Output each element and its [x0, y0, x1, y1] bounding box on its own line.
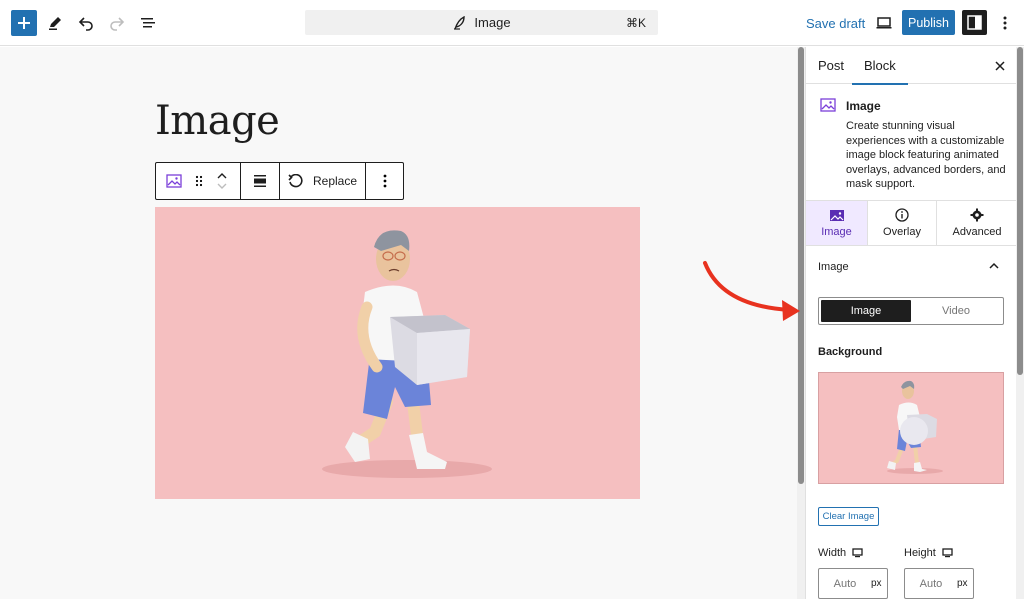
toggle-option-video[interactable]: Video — [911, 300, 1001, 322]
close-sidebar-button[interactable] — [990, 56, 1010, 76]
block-toolbar-group-parent — [156, 163, 241, 199]
settings-sidebar: Post Block Image Create stunning visual … — [805, 47, 1017, 599]
sidebar-tabs: Post Block — [806, 47, 1017, 85]
more-vertical-icon — [383, 174, 386, 188]
command-title: Image — [474, 15, 511, 30]
desktop-preview-icon — [876, 17, 892, 29]
document-overview-button[interactable] — [135, 10, 161, 36]
drag-handle-icon — [195, 175, 203, 187]
save-draft-button[interactable]: Save draft — [806, 16, 865, 31]
list-view-icon — [141, 18, 155, 28]
background-label: Background — [818, 346, 883, 358]
height-label: Height — [904, 547, 936, 559]
plus-icon — [18, 17, 30, 29]
options-menu-button[interactable] — [992, 10, 1018, 36]
media-type-toggle: Image Video — [818, 297, 1004, 325]
redo-button[interactable] — [104, 10, 130, 36]
undo-icon — [78, 17, 93, 31]
block-type-button[interactable] — [156, 163, 192, 199]
align-icon — [254, 175, 266, 187]
clear-image-button[interactable]: Clear Image — [818, 507, 879, 526]
width-unit[interactable]: px — [871, 578, 882, 589]
redo-icon — [110, 17, 125, 31]
background-image-preview[interactable] — [818, 372, 1004, 484]
desktop-device-icon[interactable] — [852, 548, 863, 558]
block-sub-tabs: Image Overlay Advanced — [806, 200, 1017, 246]
toggle-option-image[interactable]: Image — [821, 300, 911, 322]
sub-tab-label: Overlay — [883, 226, 921, 238]
command-shortcut: ⌘K — [625, 16, 646, 30]
block-card-title: Image — [846, 99, 881, 113]
sub-tab-label: Advanced — [952, 226, 1002, 238]
post-title[interactable]: Image — [155, 98, 280, 144]
rotate-icon — [288, 173, 303, 187]
align-button[interactable] — [241, 163, 279, 199]
chevron-up-icon — [217, 173, 227, 179]
pencil-icon — [49, 17, 61, 30]
walking-character-illustration — [322, 230, 492, 478]
undo-button[interactable] — [73, 10, 99, 36]
width-input[interactable] — [823, 577, 867, 590]
tools-button[interactable] — [42, 10, 68, 36]
sub-tab-image[interactable]: Image — [806, 201, 868, 245]
add-block-button[interactable] — [11, 10, 37, 36]
height-input[interactable] — [909, 577, 953, 590]
width-label: Width — [818, 547, 847, 559]
sidebar-scrollbar[interactable] — [1016, 47, 1024, 599]
settings-toggle-button[interactable] — [962, 10, 987, 35]
info-icon — [895, 208, 909, 222]
block-toolbar-group-more — [366, 163, 403, 199]
publish-button[interactable]: Publish — [902, 10, 955, 35]
close-icon — [995, 61, 1005, 71]
sub-tab-overlay[interactable]: Overlay — [868, 201, 937, 245]
block-card-description: Create stunning visual experiences with … — [846, 120, 1006, 190]
sidebar-scrollbar-thumb[interactable] — [1017, 47, 1023, 375]
block-toolbar-group-replace: Replace — [280, 163, 366, 199]
annotation-arrow — [703, 261, 800, 321]
drag-handle[interactable] — [192, 163, 206, 199]
panel-title[interactable]: Image — [818, 261, 1008, 273]
width-input-wrapper: px — [818, 568, 888, 599]
sidebar-icon — [967, 15, 982, 30]
tab-post[interactable]: Post — [818, 47, 844, 84]
image-icon — [166, 174, 182, 188]
replace-button[interactable]: Replace — [280, 163, 365, 199]
feather-icon — [454, 15, 466, 30]
replace-label: Replace — [312, 174, 358, 188]
image-icon — [820, 98, 836, 112]
chevron-up-icon[interactable] — [989, 262, 999, 269]
editor-top-bar: Image ⌘K Save draft Publish — [0, 0, 1024, 46]
editor-canvas: Image Replace — [0, 47, 797, 599]
image-block[interactable] — [155, 207, 640, 499]
block-toolbar-group-align — [241, 163, 280, 199]
block-toolbar: Replace — [155, 162, 404, 200]
width-label-row: Width — [818, 547, 863, 559]
tab-block[interactable]: Block — [852, 47, 908, 85]
image-icon — [829, 209, 844, 221]
block-options-button[interactable] — [366, 163, 403, 199]
height-label-row: Height — [904, 547, 953, 559]
move-buttons[interactable] — [206, 163, 238, 199]
more-vertical-icon — [1003, 16, 1007, 30]
sub-tab-advanced[interactable]: Advanced — [937, 201, 1017, 245]
desktop-device-icon[interactable] — [942, 548, 953, 558]
preview-button[interactable] — [871, 10, 897, 36]
sub-tab-label: Image — [821, 225, 852, 238]
gear-icon — [970, 208, 984, 222]
height-input-wrapper: px — [904, 568, 974, 599]
command-palette-bar[interactable]: Image ⌘K — [305, 10, 658, 35]
chevron-down-icon — [217, 183, 227, 189]
walking-character-thumbnail — [887, 380, 943, 474]
height-unit[interactable]: px — [957, 578, 968, 589]
